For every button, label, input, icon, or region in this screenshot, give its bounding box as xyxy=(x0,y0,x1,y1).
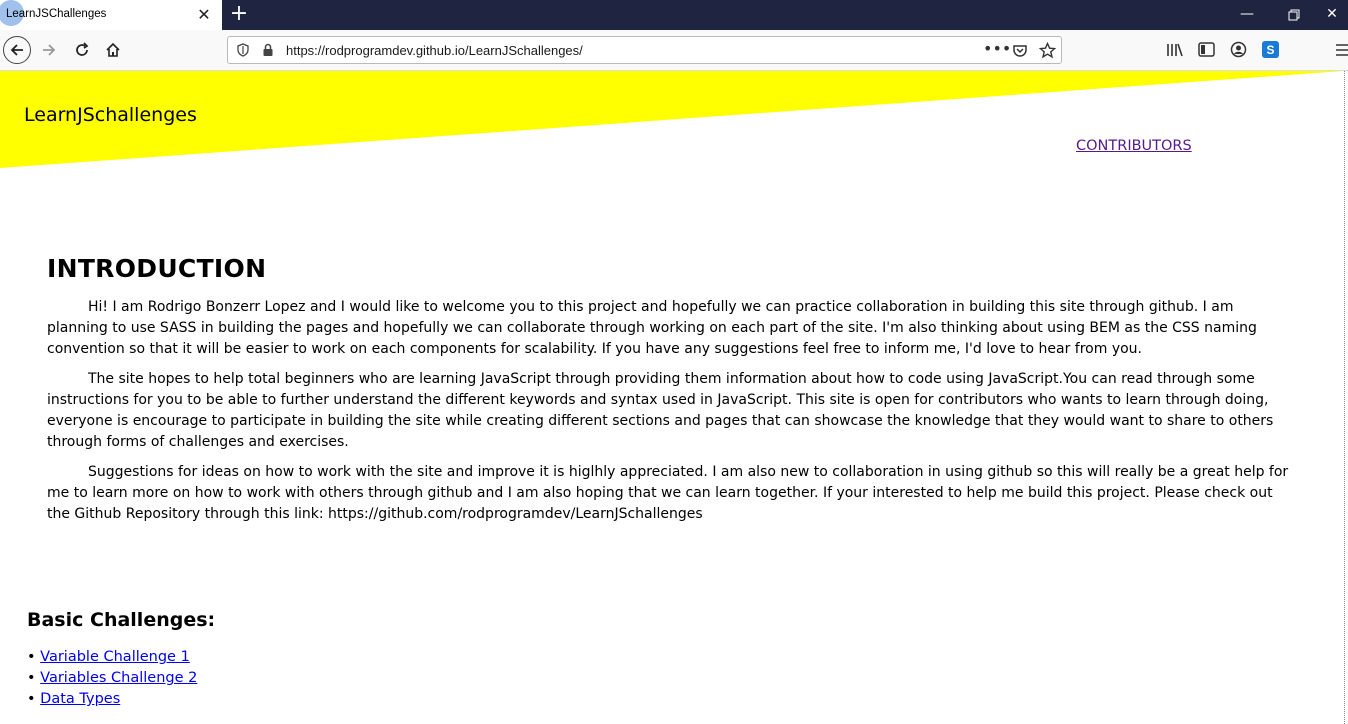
hamburger-menu-icon[interactable] xyxy=(1334,43,1348,57)
challenge-link-variables-2[interactable]: Variables Challenge 2 xyxy=(40,670,197,686)
tab-active[interactable]: LearnJSChallenges ✕ xyxy=(0,0,222,30)
url-bar[interactable]: https://rodprogramdev.github.io/LearnJSc… xyxy=(227,36,1062,64)
minimize-icon[interactable]: — xyxy=(1224,0,1270,30)
list-item: Variable Challenge 1 xyxy=(27,647,197,668)
back-arrow-icon[interactable] xyxy=(3,36,31,64)
forward-arrow-icon[interactable] xyxy=(35,36,63,64)
navigation-toolbar: https://rodprogramdev.github.io/LearnJSc… xyxy=(0,30,1348,71)
page-edge-divider xyxy=(1344,71,1345,724)
close-window-icon[interactable]: ✕ xyxy=(1316,0,1348,30)
challenge-link-variable-1[interactable]: Variable Challenge 1 xyxy=(40,649,190,665)
account-icon[interactable] xyxy=(1230,41,1247,58)
intro-body: Hi! I am Rodrigo Bonzerr Lopez and I wou… xyxy=(47,297,1292,534)
tracking-protection-shield-icon[interactable] xyxy=(236,43,250,57)
site-title[interactable]: LearnJSchallenges xyxy=(24,104,197,126)
challenge-link-data-types[interactable]: Data Types xyxy=(40,691,120,707)
lock-icon[interactable] xyxy=(261,43,275,57)
list-item: Variables Challenge 2 xyxy=(27,668,197,689)
home-icon[interactable] xyxy=(99,36,127,64)
pocket-icon[interactable] xyxy=(1012,43,1028,59)
restore-icon[interactable] xyxy=(1270,0,1316,30)
tab-strip: LearnJSChallenges ✕ + — ✕ xyxy=(0,0,1348,30)
sidebar-icon[interactable] xyxy=(1198,42,1215,57)
tab-title: LearnJSChallenges xyxy=(6,8,107,20)
svg-text:S: S xyxy=(1266,43,1274,57)
intro-paragraph: The site hopes to help total beginners w… xyxy=(47,371,1274,450)
list-item: Data Types xyxy=(27,689,197,710)
url-text[interactable]: https://rodprogramdev.github.io/LearnJSc… xyxy=(286,43,583,58)
library-icon[interactable] xyxy=(1166,42,1184,58)
intro-paragraph: Hi! I am Rodrigo Bonzerr Lopez and I wou… xyxy=(47,299,1257,357)
new-tab-icon[interactable]: + xyxy=(228,3,250,25)
web-page: LearnJSchallenges CONTRIBUTORS INTRODUCT… xyxy=(0,71,1344,724)
contributors-link[interactable]: CONTRIBUTORS xyxy=(1076,138,1192,154)
intro-heading: INTRODUCTION xyxy=(47,254,267,283)
extension-s-icon[interactable]: S xyxy=(1262,41,1279,58)
intro-paragraph: Suggestions for ideas on how to work wit… xyxy=(47,464,1289,522)
basic-challenges-heading: Basic Challenges: xyxy=(27,609,216,631)
challenge-list: Variable Challenge 1 Variables Challenge… xyxy=(27,647,197,710)
page-actions-menu-icon[interactable]: ••• xyxy=(983,39,1011,58)
header-banner xyxy=(0,71,1344,168)
bookmark-star-icon[interactable] xyxy=(1039,42,1056,59)
reload-icon[interactable] xyxy=(68,36,96,64)
tab-close-icon[interactable]: ✕ xyxy=(194,5,214,25)
